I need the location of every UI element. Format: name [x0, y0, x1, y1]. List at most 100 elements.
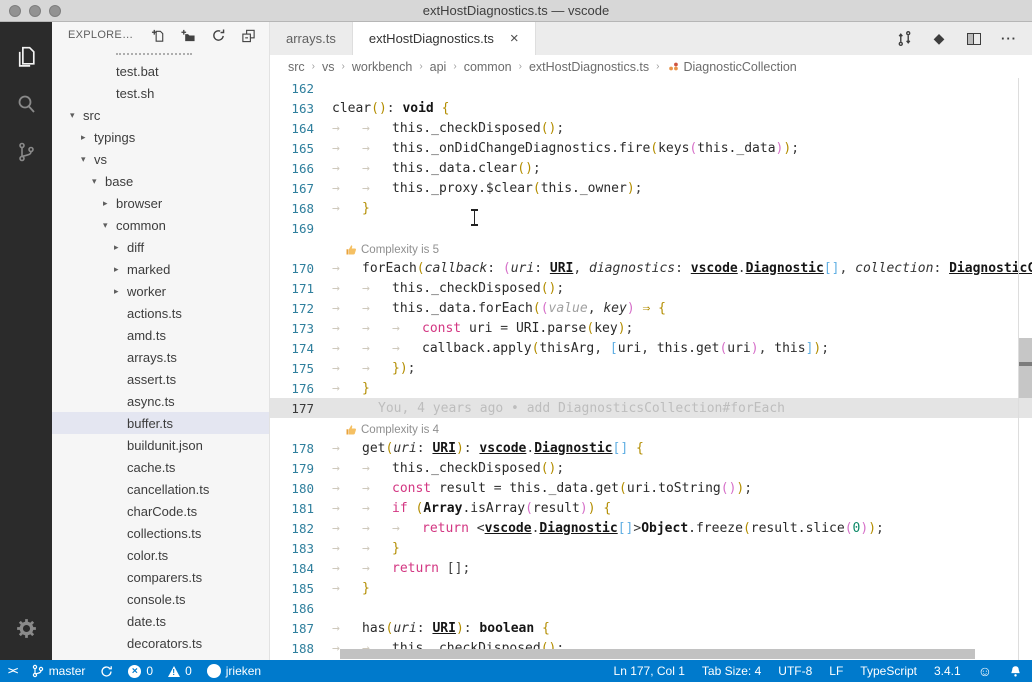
tree-item-base[interactable]: ▾base: [52, 170, 269, 192]
status-remote[interactable]: ><: [8, 666, 17, 677]
code-line-181[interactable]: 181→→if (Array.isArray(result)) {: [270, 498, 1032, 518]
tree-item-test-bat[interactable]: test.bat: [52, 60, 269, 82]
status-notifications[interactable]: [1009, 665, 1022, 678]
tree-item-console-ts[interactable]: console.ts: [52, 588, 269, 610]
code-line-171[interactable]: 171→→this._checkDisposed();: [270, 278, 1032, 298]
codelens-annotation[interactable]: Complexity is 4: [270, 418, 1032, 438]
status-language-mode[interactable]: TypeScript: [860, 664, 917, 678]
annotations-button[interactable]: ◆: [930, 30, 948, 48]
tree-item-buffer-ts[interactable]: buffer.ts: [52, 412, 269, 434]
code-line-163[interactable]: 163clear(): void {: [270, 98, 1032, 118]
tree-item-charcode-ts[interactable]: charCode.ts: [52, 500, 269, 522]
activity-item-search[interactable]: [0, 80, 52, 128]
code-line-162[interactable]: 162: [270, 78, 1032, 98]
tree-item-marked[interactable]: ▸marked: [52, 258, 269, 280]
status-feedback[interactable]: ☺: [978, 664, 992, 678]
more-actions-button[interactable]: ···: [1000, 30, 1018, 48]
refresh-button[interactable]: [209, 26, 227, 44]
code-line-176[interactable]: 176→}: [270, 378, 1032, 398]
tree-item-date-ts[interactable]: date.ts: [52, 610, 269, 632]
tree-item-decorators-ts[interactable]: decorators.ts: [52, 632, 269, 654]
code-line-186[interactable]: 186: [270, 598, 1032, 618]
code-line-175[interactable]: 175→→});: [270, 358, 1032, 378]
breadcrumb-item-src[interactable]: src: [288, 60, 305, 74]
tree-item-actions-ts[interactable]: actions.ts: [52, 302, 269, 324]
new-file-button[interactable]: [149, 26, 167, 44]
code-line-179[interactable]: 179→→this._checkDisposed();: [270, 458, 1032, 478]
tree-item-diff[interactable]: ▸diff: [52, 236, 269, 258]
close-tab-button[interactable]: ×: [510, 31, 519, 46]
code-line-185[interactable]: 185→}: [270, 578, 1032, 598]
code-line-187[interactable]: 187→has(uri: URI): boolean {: [270, 618, 1032, 638]
codelens-annotation[interactable]: Complexity is 5: [270, 238, 1032, 258]
activity-item-settings[interactable]: [0, 604, 52, 652]
status-eol[interactable]: LF: [829, 664, 843, 678]
tree-item-comparers-ts[interactable]: comparers.ts: [52, 566, 269, 588]
status-github-account[interactable]: jrieken: [207, 664, 261, 678]
code-line-170[interactable]: 170→forEach(callback: (uri: URI, diagnos…: [270, 258, 1032, 278]
tree-item-buildunit-json[interactable]: buildunit.json: [52, 434, 269, 456]
minimize-window-button[interactable]: [29, 5, 41, 17]
tree-item-arrays-ts[interactable]: arrays.ts: [52, 346, 269, 368]
status-branch[interactable]: master: [32, 664, 86, 678]
tree-item-typings[interactable]: ▸typings: [52, 126, 269, 148]
tree-item-color-ts[interactable]: color.ts: [52, 544, 269, 566]
new-folder-button[interactable]: [179, 26, 197, 44]
status-indentation[interactable]: Tab Size: 4: [702, 664, 761, 678]
tree-item-browser[interactable]: ▸browser: [52, 192, 269, 214]
activity-item-source-control[interactable]: [0, 128, 52, 176]
breadcrumb-item-api[interactable]: api: [430, 60, 447, 74]
tree-item-clipped[interactable]: [52, 48, 269, 60]
code-line-165[interactable]: 165→→this._onDidChangeDiagnostics.fire(k…: [270, 138, 1032, 158]
tree-item-cache-ts[interactable]: cache.ts: [52, 456, 269, 478]
close-window-button[interactable]: [9, 5, 21, 17]
breadcrumb-item-workbench[interactable]: workbench: [352, 60, 412, 74]
breadcrumb-item-common[interactable]: common: [464, 60, 512, 74]
tree-item-vs[interactable]: ▾vs: [52, 148, 269, 170]
code-line-167[interactable]: 167→→this._proxy.$clear(this._owner);: [270, 178, 1032, 198]
code-line-168[interactable]: 168→}: [270, 198, 1032, 218]
status-cursor-position[interactable]: Ln 177, Col 1: [614, 664, 685, 678]
code-line-177[interactable]: 177You, 4 years ago • add DiagnosticsCol…: [270, 398, 1032, 418]
tree-item-test-sh[interactable]: test.sh: [52, 82, 269, 104]
status-sync[interactable]: [100, 665, 113, 678]
tree-item-collections-ts[interactable]: collections.ts: [52, 522, 269, 544]
tree-item-cancellation-ts[interactable]: cancellation.ts: [52, 478, 269, 500]
tree-item-src[interactable]: ▾src: [52, 104, 269, 126]
breadcrumb-item-exthostdiagnostics-ts[interactable]: extHostDiagnostics.ts: [529, 60, 649, 74]
breadcrumb-symbol[interactable]: DiagnosticCollection: [667, 60, 797, 74]
status-encoding[interactable]: UTF-8: [778, 664, 812, 678]
code-editor[interactable]: 162163clear(): void {164→→this._checkDis…: [270, 78, 1032, 660]
zoom-window-button[interactable]: [49, 5, 61, 17]
tab-exthostdiagnostics-ts[interactable]: extHostDiagnostics.ts×: [353, 22, 536, 55]
code-line-183[interactable]: 183→→}: [270, 538, 1032, 558]
horizontal-scrollbar[interactable]: [340, 649, 975, 659]
tree-item-common[interactable]: ▾common: [52, 214, 269, 236]
line-number: 188: [270, 641, 314, 656]
open-changes-button[interactable]: [895, 30, 913, 48]
activity-item-explorer[interactable]: [0, 32, 52, 80]
tree-item-amd-ts[interactable]: amd.ts: [52, 324, 269, 346]
tree-item-worker[interactable]: ▸worker: [52, 280, 269, 302]
collapse-all-button[interactable]: [239, 26, 257, 44]
tree-item-async-ts[interactable]: async.ts: [52, 390, 269, 412]
code-line-174[interactable]: 174→→→callback.apply(thisArg, [uri, this…: [270, 338, 1032, 358]
code-line-182[interactable]: 182→→→return <vscode.Diagnostic[]>Object…: [270, 518, 1032, 538]
tree-item-label: buildunit.json: [127, 438, 203, 453]
vertical-scrollbar[interactable]: [1019, 338, 1032, 398]
status-warnings[interactable]: !0: [168, 664, 192, 678]
code-line-184[interactable]: 184→→return [];: [270, 558, 1032, 578]
code-line-169[interactable]: 169: [270, 218, 1032, 238]
code-line-164[interactable]: 164→→this._checkDisposed();: [270, 118, 1032, 138]
code-line-178[interactable]: 178→get(uri: URI): vscode.Diagnostic[] {: [270, 438, 1032, 458]
tab-arrays-ts[interactable]: arrays.ts: [270, 22, 353, 55]
tree-item-assert-ts[interactable]: assert.ts: [52, 368, 269, 390]
split-editor-button[interactable]: [965, 30, 983, 48]
code-line-166[interactable]: 166→→this._data.clear();: [270, 158, 1032, 178]
code-line-172[interactable]: 172→→this._data.forEach((value, key) ⇒ {: [270, 298, 1032, 318]
status-errors[interactable]: ×0: [128, 664, 153, 678]
status-ts-version[interactable]: 3.4.1: [934, 664, 961, 678]
breadcrumb-item-vs[interactable]: vs: [322, 60, 335, 74]
code-line-180[interactable]: 180→→const result = this._data.get(uri.t…: [270, 478, 1032, 498]
code-line-173[interactable]: 173→→→const uri = URI.parse(key);: [270, 318, 1032, 338]
